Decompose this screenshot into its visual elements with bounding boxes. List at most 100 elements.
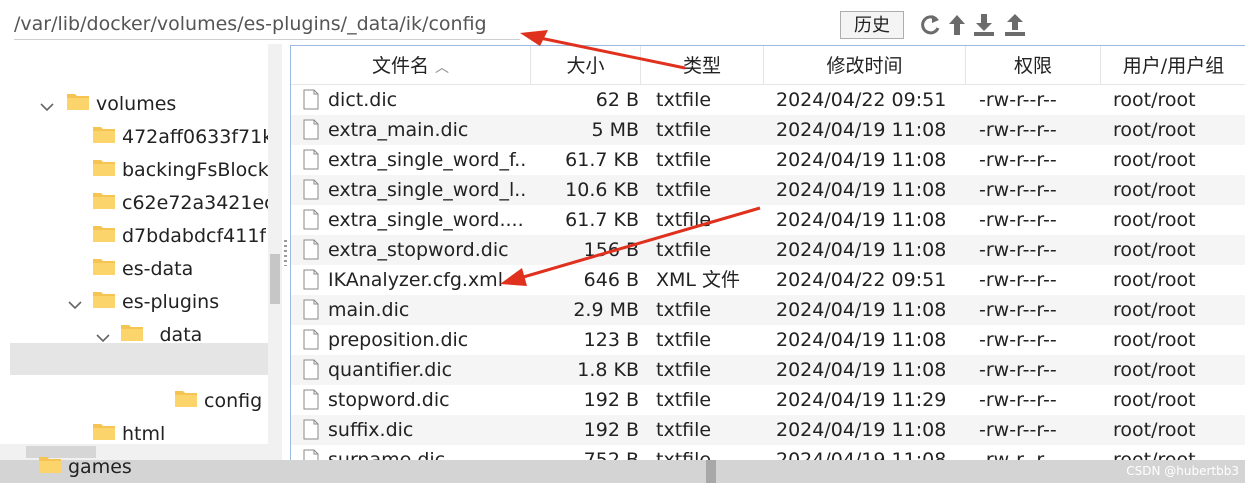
file-row[interactable]: surname.dic 752 B txtfile 2024/04/19 11:08 -… [291,445,1245,461]
cell-owner: root/root [1113,269,1196,291]
cell-perm: -rw-r--r-- [979,359,1057,381]
file-row[interactable]: extra_stopword.dic 156 B txtfile 2024/04/19… [291,235,1245,265]
file-row[interactable]: preposition.dic 123 B txtfile 2024/04/19 11… [291,325,1245,355]
cell-modified: 2024/04/19 11:08 [776,419,947,441]
column-header-owner[interactable]: 用户/用户组 [1101,46,1245,84]
file-row[interactable]: stopword.dic 192 B txtfile 2024/04/19 11:29… [291,385,1245,415]
cell-owner: root/root [1113,359,1196,381]
tree-item-esdata[interactable]: es-data [92,254,193,284]
cell-perm: -rw-r--r-- [979,269,1057,291]
cell-modified: 2024/04/22 09:51 [776,89,947,111]
file-icon [303,359,319,380]
column-header-permission[interactable]: 权限 [966,46,1101,84]
folder-icon [38,453,62,483]
cell-size: 5 MB [591,119,639,141]
cell-owner: root/root [1113,89,1196,111]
tree-item-backingfsblock[interactable]: backingFsBlock [92,155,268,185]
folder-icon [66,90,90,120]
tree-item-esplugins[interactable]: es-plugins [92,287,219,317]
cell-name: IKAnalyzer.cfg.xml [328,269,503,291]
cell-size: 123 B [583,329,639,351]
tree-item-472aff0633f71k[interactable]: 472aff0633f71k [92,122,268,152]
column-header-type[interactable]: 类型 [641,46,764,84]
tree-item-games[interactable]: games [38,452,132,482]
cell-name: preposition.dic [328,329,469,351]
file-icon [303,389,319,410]
folder-icon [92,288,116,318]
cell-perm: -rw-r--r-- [979,119,1057,141]
tree-item-volumes[interactable]: volumes [66,89,176,119]
cell-perm: -rw-r--r-- [979,299,1057,321]
cell-size: 2.9 MB [573,299,639,321]
file-row[interactable]: extra_single_word_f... 61.7 KB txtfile 2024… [291,145,1245,175]
tree-item-label: c62e72a3421ec [122,192,268,214]
cell-modified: 2024/04/19 11:08 [776,119,947,141]
file-row[interactable]: main.dic 2.9 MB txtfile 2024/04/19 11:08 -rw… [291,295,1245,325]
cell-type: txtfile [656,389,712,411]
cell-name: extra_single_word.... [328,209,524,231]
cell-perm: -rw-r--r-- [979,179,1057,201]
path-input[interactable]: /var/lib/docker/volumes/es-plugins/_data… [14,9,520,40]
tree-item-label: es-plugins [122,291,220,313]
file-row[interactable]: quantifier.dic 1.8 KB txtfile 2024/04/19 11… [291,355,1245,385]
file-row[interactable]: extra_single_word.... 61.7 KB txtfile 2024/… [291,205,1245,235]
cell-name: surname.dic [328,449,446,461]
column-header-size[interactable]: 大小 [531,46,641,84]
column-header-modified[interactable]: 修改时间 [764,46,966,84]
cell-name: dict.dic [328,89,398,111]
tree-vertical-scrollbar[interactable] [268,44,282,444]
splitter-grip[interactable] [284,240,287,266]
cell-perm: -rw-r--r-- [979,329,1057,351]
file-row[interactable]: dict.dic 62 B txtfile 2024/04/22 09:51 -rw-r… [291,85,1245,115]
cell-modified: 2024/04/19 11:08 [776,209,947,231]
upload-icon[interactable] [1003,12,1027,38]
tree-item-label: backingFsBlock [122,159,268,181]
watermark: CSDN @hubertbb3 [1126,464,1239,478]
up-arrow-icon[interactable] [945,12,969,38]
tree-selected-highlight [10,343,268,375]
file-row[interactable]: extra_single_word_l... 10.6 KB txtfile 2024… [291,175,1245,205]
cell-modified: 2024/04/19 11:08 [776,449,947,461]
bottom-divider [706,460,716,483]
cell-modified: 2024/04/19 11:08 [776,239,947,261]
refresh-icon[interactable] [918,12,942,38]
tree-item-d7bdabdcf411f[interactable]: d7bdabdcf411f [92,221,266,251]
cell-type: txtfile [656,89,712,111]
cell-name: extra_stopword.dic [328,239,509,261]
cell-name: extra_single_word_l... [328,179,528,201]
tree-item-c62e72a3421ec[interactable]: c62e72a3421ec [92,188,268,218]
cell-owner: root/root [1113,119,1196,141]
download-icon[interactable] [972,12,996,38]
history-button[interactable]: 历史 [840,11,904,39]
cell-modified: 2024/04/19 11:29 [776,389,947,411]
cell-size: 752 B [583,449,639,461]
file-icon [303,119,319,140]
cell-name: stopword.dic [328,389,450,411]
cell-name: extra_main.dic [328,119,469,141]
cell-size: 192 B [583,419,639,441]
cell-owner: root/root [1113,419,1196,441]
folder-icon [92,222,116,252]
cell-type: txtfile [656,419,712,441]
bottom-scrollbar[interactable] [0,460,1245,483]
tree-item-config[interactable]: config [174,386,262,416]
tree-item-label: html [122,423,166,445]
cell-type: txtfile [656,119,712,141]
file-list: 文件名 ︿ 大小 类型 修改时间 权限 用户/用户组 dict.dic 62 B t… [290,45,1245,461]
column-header-name[interactable]: 文件名 ︿ [291,46,531,84]
cell-type: txtfile [656,299,712,321]
cell-owner: root/root [1113,149,1196,171]
file-icon [303,299,319,320]
tree-item-html[interactable]: html [92,419,165,449]
cell-size: 61.7 KB [565,149,639,171]
file-row[interactable]: extra_main.dic 5 MB txtfile 2024/04/19 11:0… [291,115,1245,145]
file-row[interactable]: IKAnalyzer.cfg.xml 646 B XML 文件 2024/04/22 … [291,265,1245,295]
tree-scrollbar-thumb[interactable] [270,254,280,304]
file-row[interactable]: suffix.dic 192 B txtfile 2024/04/19 11:08 -r… [291,415,1245,445]
expand-chevron-down-icon[interactable] [68,289,82,319]
cell-type: txtfile [656,449,712,461]
cell-size: 61.7 KB [565,209,639,231]
tree-item-label: volumes [96,93,177,115]
expand-chevron-down-icon[interactable] [40,91,54,121]
cell-size: 62 B [595,89,639,111]
